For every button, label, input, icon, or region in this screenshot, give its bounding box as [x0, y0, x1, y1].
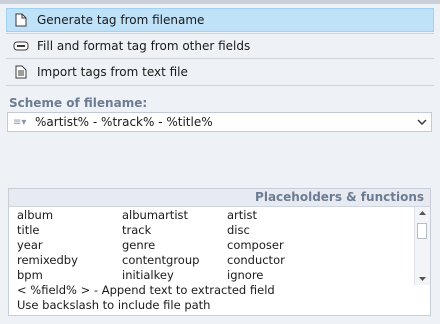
placeholder-item[interactable]: year [17, 238, 43, 252]
scroll-up-icon[interactable] [415, 207, 430, 219]
divider [6, 58, 434, 59]
placeholder-item[interactable]: ignore [227, 268, 263, 282]
tag-fields-icon [13, 38, 29, 54]
chevron-down-icon[interactable] [413, 119, 431, 125]
placeholder-item[interactable]: composer [227, 238, 284, 252]
option-label: Fill and format tag from other fields [37, 39, 251, 53]
placeholder-item[interactable]: conductor [227, 253, 285, 267]
scheme-value: %artist% - %track% - %title% [35, 115, 213, 129]
placeholders-row: album albumartist artist [15, 208, 415, 223]
placeholders-row: remixedby contentgroup conductor [15, 253, 415, 268]
placeholder-item[interactable]: albumartist [122, 208, 188, 222]
placeholder-item[interactable]: album [17, 208, 53, 222]
placeholders-row: year genre composer [15, 238, 415, 253]
document-icon [13, 12, 29, 28]
placeholder-item[interactable]: contentgroup [122, 253, 199, 267]
divider [6, 85, 434, 86]
placeholders-title: Placeholders & functions [255, 190, 424, 204]
placeholder-item[interactable]: genre [122, 238, 155, 252]
placeholders-row: bpm initialkey ignore [15, 268, 415, 283]
option-fill-format-tag[interactable]: Fill and format tag from other fields [6, 34, 434, 58]
scheme-label: Scheme of filename: [9, 96, 148, 110]
scheme-combobox[interactable]: ≡▾ %artist% - %track% - %title% [7, 112, 432, 132]
placeholder-item[interactable]: track [122, 223, 151, 237]
scroll-down-icon[interactable] [415, 273, 430, 285]
option-label: Import tags from text file [37, 65, 188, 79]
placeholder-item[interactable]: initialkey [122, 268, 174, 282]
placeholders-row: title track disc [15, 223, 415, 238]
list-lines-icon: ≡▾ [13, 116, 27, 128]
option-generate-tag-from-filename[interactable]: Generate tag from filename [6, 8, 434, 32]
scroll-thumb[interactable] [417, 223, 427, 239]
placeholders-panel: Placeholders & functions album albumarti… [8, 188, 431, 316]
hint-backslash-path: Use backslash to include file path [17, 298, 211, 312]
placeholders-header: Placeholders & functions [9, 189, 430, 207]
placeholders-list: album albumartist artist title track dis… [15, 208, 415, 283]
placeholders-scrollbar[interactable] [414, 207, 430, 285]
top-divider [0, 0, 440, 4]
placeholder-item[interactable]: bpm [17, 268, 43, 282]
placeholder-item[interactable]: artist [227, 208, 257, 222]
option-label: Generate tag from filename [37, 13, 205, 27]
text-file-icon [13, 64, 29, 80]
hint-append-text: < %field% > - Append text to extracted f… [17, 283, 275, 297]
option-import-tags-from-text-file[interactable]: Import tags from text file [6, 60, 434, 84]
placeholder-item[interactable]: disc [227, 223, 250, 237]
placeholder-item[interactable]: title [17, 223, 39, 237]
placeholder-item[interactable]: remixedby [17, 253, 78, 267]
